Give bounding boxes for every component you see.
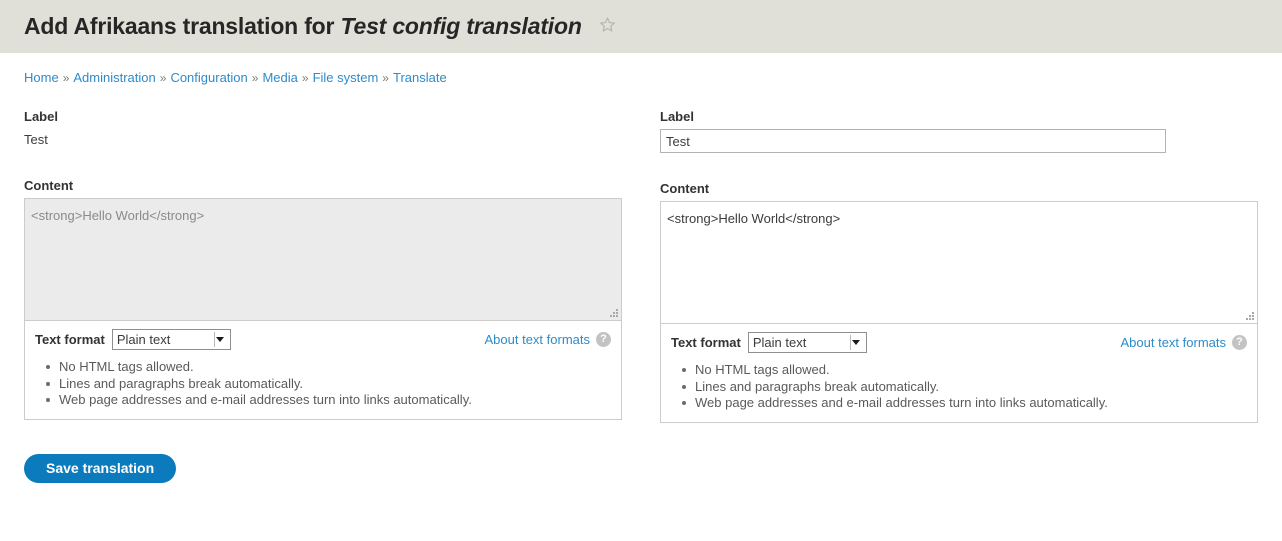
- page-title: Add Afrikaans translation for Test confi…: [24, 13, 617, 40]
- translation-content-textarea[interactable]: <strong>Hello World</strong>: [661, 202, 1257, 324]
- translation-text-format-select[interactable]: Plain text: [747, 332, 867, 353]
- translation-form: Label Test Content <strong>Hello World</…: [0, 109, 1282, 423]
- help-question-icon[interactable]: ?: [596, 332, 611, 347]
- chevron-down-icon: [849, 333, 863, 352]
- translation-content-editor: <strong>Hello World</strong> Text format…: [660, 201, 1258, 423]
- chevron-down-icon: [213, 330, 227, 349]
- source-filter-wrapper: Text format Plain text About text format…: [25, 321, 621, 419]
- save-translation-button[interactable]: Save translation: [24, 453, 177, 483]
- form-actions: Save translation: [0, 423, 1282, 483]
- page-title-emphasis: Test config translation: [340, 13, 582, 39]
- filter-tip: Lines and paragraphs break automatically…: [43, 376, 611, 393]
- breadcrumb-separator: »: [301, 71, 309, 85]
- page-title-prefix: Add Afrikaans translation for: [24, 13, 341, 39]
- translation-filter-wrapper: Text format Plain text About text format…: [661, 324, 1257, 422]
- source-column: Label Test Content <strong>Hello World</…: [16, 109, 630, 423]
- breadcrumb-separator: »: [62, 71, 70, 85]
- source-filter-tips: No HTML tags allowed. Lines and paragrap…: [35, 359, 611, 409]
- translation-filter-right: About text formats ?: [1121, 335, 1247, 350]
- translation-text-format-label: Text format: [671, 335, 741, 350]
- page-header: Add Afrikaans translation for Test confi…: [0, 0, 1282, 53]
- source-filter-right: About text formats ?: [485, 332, 611, 347]
- breadcrumb-item-configuration[interactable]: Configuration: [170, 70, 247, 85]
- star-outline-icon[interactable]: [598, 16, 617, 35]
- source-filter-left: Text format Plain text: [35, 329, 231, 350]
- source-filter-row: Text format Plain text About text format…: [35, 329, 611, 350]
- source-text-format-label: Text format: [35, 332, 105, 347]
- source-text-format-selected: Plain text: [116, 332, 171, 347]
- source-content-editor: <strong>Hello World</strong> Text format…: [24, 198, 622, 420]
- filter-tip: Web page addresses and e-mail addresses …: [43, 392, 611, 409]
- source-about-text-formats-link[interactable]: About text formats: [485, 332, 591, 347]
- breadcrumb-separator: »: [159, 71, 167, 85]
- translation-filter-tips: No HTML tags allowed. Lines and paragrap…: [671, 362, 1247, 412]
- translation-label-field-label: Label: [660, 109, 694, 124]
- breadcrumb-item-media[interactable]: Media: [262, 70, 297, 85]
- translation-column: Label Content <strong>Hello World</stron…: [652, 109, 1266, 423]
- filter-tip: No HTML tags allowed.: [43, 359, 611, 376]
- breadcrumb-separator: »: [251, 71, 259, 85]
- resize-grip-icon[interactable]: [609, 308, 619, 318]
- breadcrumb-item-translate[interactable]: Translate: [393, 70, 447, 85]
- filter-tip: Lines and paragraphs break automatically…: [679, 379, 1247, 396]
- source-text-format-select[interactable]: Plain text: [111, 329, 231, 350]
- translation-text-format-selected: Plain text: [752, 335, 807, 350]
- translation-filter-left: Text format Plain text: [671, 332, 867, 353]
- translation-filter-row: Text format Plain text About text format…: [671, 332, 1247, 353]
- translation-content-field-label: Content: [660, 181, 710, 196]
- translation-about-text-formats-link[interactable]: About text formats: [1121, 335, 1227, 350]
- breadcrumb: Home» Administration» Configuration» Media»…: [0, 53, 1282, 85]
- filter-tip: Web page addresses and e-mail addresses …: [679, 395, 1247, 412]
- source-label-field-label: Label: [24, 109, 58, 124]
- translation-label-input[interactable]: [660, 129, 1166, 153]
- source-content-field-label: Content: [24, 178, 74, 193]
- help-question-icon[interactable]: ?: [1232, 335, 1247, 350]
- source-label-value: Test: [24, 132, 48, 147]
- resize-grip-icon[interactable]: [1245, 311, 1255, 321]
- breadcrumb-separator: »: [382, 71, 389, 85]
- breadcrumb-item-file-system[interactable]: File system: [313, 70, 379, 85]
- breadcrumb-item-home[interactable]: Home: [24, 70, 59, 85]
- source-content-textarea: <strong>Hello World</strong>: [25, 199, 621, 321]
- breadcrumb-item-administration[interactable]: Administration: [73, 70, 155, 85]
- filter-tip: No HTML tags allowed.: [679, 362, 1247, 379]
